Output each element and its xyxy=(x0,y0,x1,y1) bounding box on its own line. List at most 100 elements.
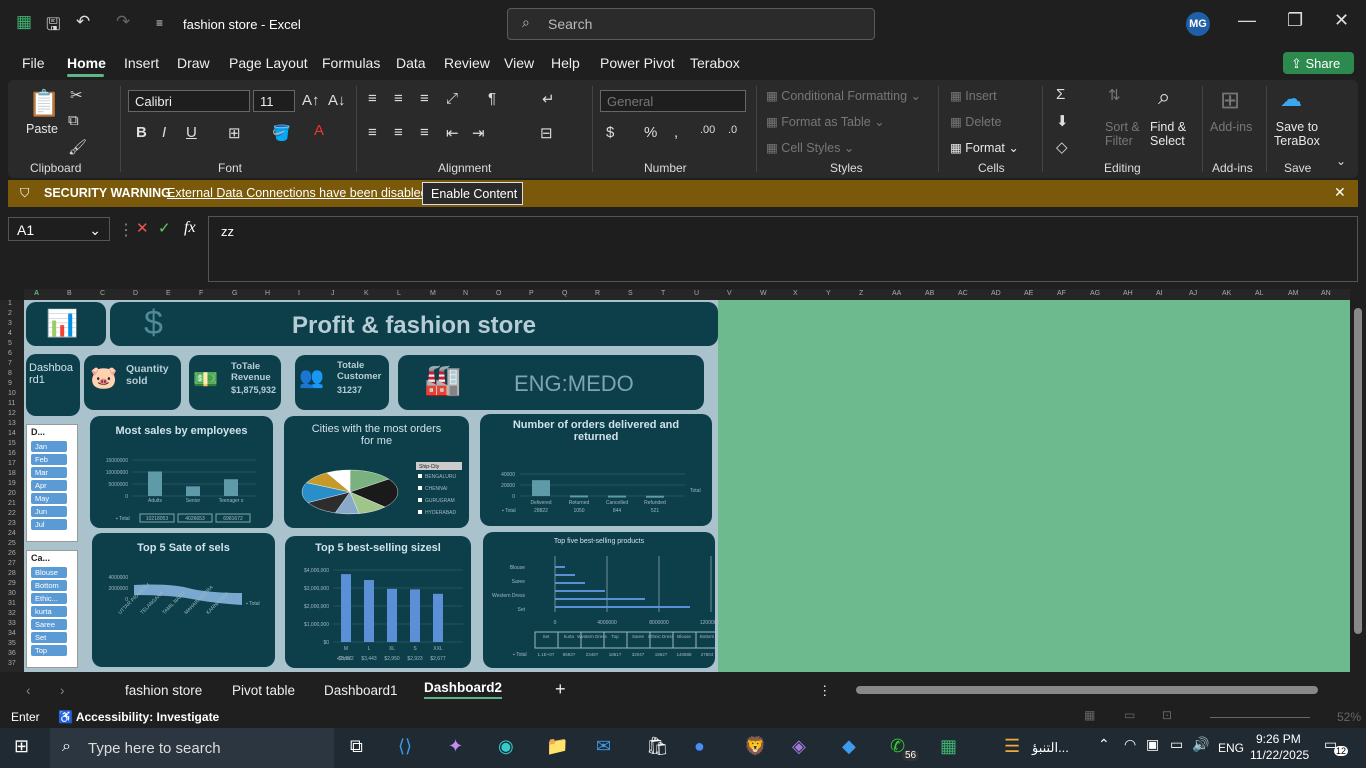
row-header[interactable]: 18 xyxy=(8,470,16,477)
cell-styles-button[interactable]: ▦ Cell Styles ⌄ xyxy=(766,140,854,155)
minimize-icon[interactable]: — xyxy=(1238,10,1256,31)
column-header[interactable]: I xyxy=(298,290,300,297)
slicer-item[interactable]: Set xyxy=(31,632,67,643)
column-header[interactable]: M xyxy=(430,290,436,297)
task-view-icon[interactable]: ⧉ xyxy=(350,736,363,757)
fill-color-icon[interactable]: 🪣 xyxy=(272,124,291,142)
row-header[interactable]: 11 xyxy=(8,400,15,407)
text-direction-icon[interactable]: ¶ xyxy=(488,90,496,107)
store-icon[interactable]: 🛍 xyxy=(646,736,669,757)
slicer-item[interactable]: Saree xyxy=(31,619,67,630)
row-header[interactable]: 1 xyxy=(8,300,12,307)
row-header[interactable]: 23 xyxy=(8,520,16,527)
row-header[interactable]: 34 xyxy=(8,630,16,637)
vscode-icon[interactable]: ⟨⟩ xyxy=(398,736,412,757)
increase-indent-icon[interactable]: ⇥ xyxy=(472,124,485,142)
delete-cells-button[interactable]: ▦ Delete xyxy=(950,114,1001,129)
column-header[interactable]: P xyxy=(529,290,534,297)
row-header[interactable]: 5 xyxy=(8,340,12,347)
sort-filter-button[interactable]: Sort & Filter xyxy=(1105,120,1140,148)
zoom-icon[interactable]: ● xyxy=(694,736,705,757)
row-header[interactable]: 27 xyxy=(8,560,16,567)
merge-center-icon[interactable]: ⊟ xyxy=(540,124,553,142)
zoom-level[interactable]: 52% xyxy=(1337,710,1361,724)
language-indicator[interactable]: ENG xyxy=(1218,741,1244,755)
vertical-scrollbar[interactable] xyxy=(1350,300,1366,672)
maximize-icon[interactable]: ❐ xyxy=(1287,10,1303,31)
save-icon[interactable]: 🖫 xyxy=(46,12,60,41)
row-header[interactable]: 7 xyxy=(8,360,12,367)
column-header[interactable]: G xyxy=(232,290,237,297)
row-header[interactable]: 28 xyxy=(8,570,16,577)
column-header[interactable]: T xyxy=(661,290,665,297)
find-select-button[interactable]: Find & Select xyxy=(1150,120,1186,148)
row-header[interactable]: 32 xyxy=(8,610,16,617)
camera-icon[interactable]: ▣ xyxy=(1146,736,1159,753)
font-color-icon[interactable]: A xyxy=(314,122,324,139)
column-header[interactable]: AG xyxy=(1090,290,1100,297)
tray-up-icon[interactable]: ⌃ xyxy=(1098,736,1110,753)
sort-filter-icon[interactable]: ⇅ xyxy=(1108,86,1121,104)
outlook-icon[interactable]: ✉ xyxy=(596,736,611,757)
app-icon[interactable]: ◆ xyxy=(842,736,856,757)
row-header[interactable]: 26 xyxy=(8,550,16,557)
undo-icon[interactable]: ↶ xyxy=(76,12,90,32)
row-header[interactable]: 37 xyxy=(8,660,16,667)
row-header[interactable]: 13 xyxy=(8,420,16,427)
scroll-thumb[interactable] xyxy=(1354,308,1362,634)
slicer-item[interactable]: Feb xyxy=(31,454,67,465)
font-size-select[interactable]: 11 xyxy=(253,90,295,112)
slicer-item[interactable]: Top xyxy=(31,645,67,656)
add-sheet-icon[interactable]: + xyxy=(555,679,566,700)
menu-formulas[interactable]: Formulas xyxy=(322,55,380,71)
enable-content-button[interactable]: Enable Content xyxy=(422,182,523,205)
row-header[interactable]: 15 xyxy=(8,440,16,447)
menu-draw[interactable]: Draw xyxy=(177,55,210,71)
underline-icon[interactable]: U xyxy=(186,124,197,141)
insert-cells-button[interactable]: ▦ Insert xyxy=(950,88,997,103)
row-header[interactable]: 4 xyxy=(8,330,12,337)
copy-icon[interactable]: ⧉ xyxy=(68,112,79,129)
weather-text[interactable]: التنبؤ... xyxy=(1032,740,1069,756)
row-header[interactable]: 16 xyxy=(8,450,16,457)
column-header[interactable]: AC xyxy=(958,290,968,297)
column-header[interactable]: AB xyxy=(925,290,934,297)
cut-icon[interactable]: ✂ xyxy=(70,86,83,104)
row-header[interactable]: 19 xyxy=(8,480,16,487)
align-top-icon[interactable]: ≡ xyxy=(368,90,377,107)
row-header[interactable]: 36 xyxy=(8,650,16,657)
column-header[interactable]: AA xyxy=(892,290,901,297)
scroll-right-icon[interactable]: › xyxy=(60,683,65,698)
insert-function-icon[interactable]: fx xyxy=(184,219,196,237)
menu-data[interactable]: Data xyxy=(396,55,426,71)
column-header[interactable]: J xyxy=(331,290,335,297)
decrease-decimal-icon[interactable]: .0 xyxy=(728,124,737,136)
slicer-item[interactable]: Bottom xyxy=(31,580,67,591)
column-header[interactable]: L xyxy=(397,290,401,297)
row-header[interactable]: 12 xyxy=(8,410,16,417)
column-header[interactable]: Y xyxy=(826,290,831,297)
slicer-item[interactable]: Ethic... xyxy=(31,593,67,604)
align-center-icon[interactable]: ≡ xyxy=(394,124,403,141)
column-header[interactable]: Z xyxy=(859,290,863,297)
save-to-terabox-button[interactable]: Save to TeraBox xyxy=(1274,120,1320,148)
menu-review[interactable]: Review xyxy=(444,55,490,71)
italic-icon[interactable]: I xyxy=(162,124,166,141)
menu-power-pivot[interactable]: Power Pivot xyxy=(600,55,675,71)
column-header[interactable]: N xyxy=(463,290,468,297)
row-header[interactable]: 30 xyxy=(8,590,16,597)
search-input[interactable]: ⌕ Search xyxy=(507,8,875,40)
menu-page-layout[interactable]: Page Layout xyxy=(229,55,308,71)
row-header[interactable]: 2 xyxy=(8,310,12,317)
currency-icon[interactable]: $ xyxy=(606,124,614,141)
align-right-icon[interactable]: ≡ xyxy=(420,124,429,141)
page-layout-view-icon[interactable]: ▭ xyxy=(1124,708,1135,722)
row-header[interactable]: 22 xyxy=(8,510,16,517)
fill-icon[interactable]: ⬇ xyxy=(1056,112,1069,130)
column-header[interactable]: R xyxy=(595,290,600,297)
tab-pivot-table[interactable]: Pivot table xyxy=(232,683,295,698)
align-middle-icon[interactable]: ≡ xyxy=(394,90,403,107)
addins-button[interactable]: Add-ins xyxy=(1210,120,1252,134)
weather-icon[interactable]: ☰ xyxy=(1004,736,1020,757)
number-format-select[interactable]: General xyxy=(600,90,746,112)
